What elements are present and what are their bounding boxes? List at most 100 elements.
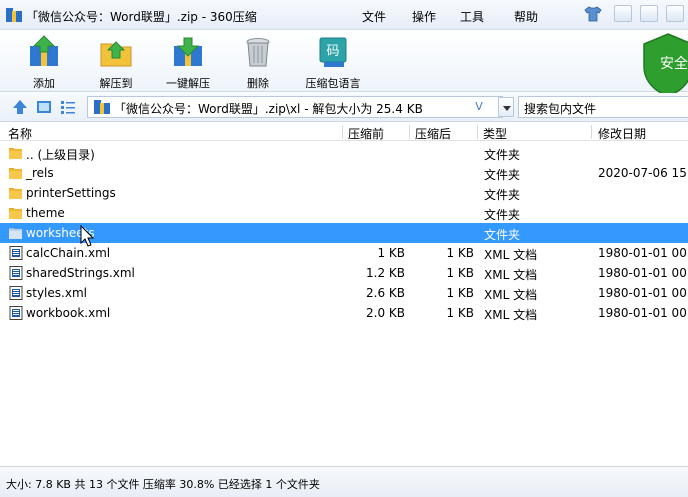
archive-app-icon [6,8,22,22]
column-divider[interactable] [342,125,343,139]
menu-file[interactable]: 文件 [362,8,386,25]
file-row[interactable]: sharedStrings.xml 1.2 KB 1 KB XML 文档 1980-01… [0,263,688,283]
maximize-button[interactable] [666,5,684,22]
parent-folder-icon [9,148,22,159]
large-icon-view-icon[interactable] [36,99,52,115]
size-after: 1 KB [446,266,474,280]
archive-language-button[interactable]: 码 压缩包语言 [302,34,364,91]
file-row[interactable]: printerSettings 文件夹 [0,183,688,203]
search-input[interactable]: 搜索包内文件 [518,96,688,118]
file-row[interactable]: _rels 文件夹 2020-07-06 15 [0,163,688,183]
toolbar: 添加 解压到 一键解压 删除 码 压缩包语言 安全 [0,30,688,97]
size-after: 1 KB [446,246,474,260]
list-view-icon[interactable] [60,99,76,115]
column-size-before[interactable]: 压缩前 [348,125,384,142]
mouse-cursor-icon [80,225,95,247]
modified-date: 2020-07-06 15 [598,166,687,180]
file-name: workbook.xml [26,306,111,320]
column-divider[interactable] [591,125,592,139]
file-name: calcChain.xml [26,246,111,260]
one-click-extract-label: 一键解压 [166,77,210,90]
xml-file-icon [9,266,23,280]
language-badge-text: 码 [326,44,339,59]
skin-shirt-icon[interactable] [584,6,602,22]
file-list: 名称 压缩前 压缩后 类型 修改日期 .. (上级目录) 文件夹 _rels 文件夹 2… [0,123,688,465]
file-type: XML 文档 [484,268,538,282]
file-type: XML 文档 [484,248,538,262]
feedback-button[interactable] [614,5,632,22]
one-click-extract-button[interactable]: 一键解压 [162,34,214,91]
file-name: printerSettings [26,186,116,200]
file-type: 文件夹 [484,228,521,242]
file-name: _rels [26,166,54,180]
archive-language-icon: 码 [319,37,347,67]
menu-help[interactable]: 帮助 [514,8,538,25]
file-type: 文件夹 [484,168,521,182]
file-name: sharedStrings.xml [26,266,135,280]
folder-icon [9,208,22,219]
file-row[interactable]: theme 文件夹 [0,203,688,223]
add-label: 添加 [33,77,55,90]
column-type[interactable]: 类型 [483,125,507,142]
file-type: XML 文档 [484,308,538,322]
file-row[interactable]: workbook.xml 2.0 KB 1 KB XML 文档 1980-01-01 0… [0,303,688,323]
file-type: 文件夹 [484,188,521,202]
path-text: 「微信公众号：Word联盟」.zip\xl - 解包大小为 25.4 KB [114,102,423,116]
file-row[interactable]: styles.xml 2.6 KB 1 KB XML 文档 1980-01-01 00 [0,283,688,303]
folder-icon [9,188,22,199]
window-title: 「微信公众号：Word联盟」.zip - 360压缩 [26,10,257,24]
security-shield-icon[interactable]: 安全 [640,32,688,98]
status-text: 大小: 7.8 KB 共 13 个文件 压缩率 30.8% 已经选择 1 个文件… [6,478,320,491]
size-before: 1.2 KB [366,266,405,280]
size-before: 2.0 KB [366,306,405,320]
chevron-down-icon[interactable] [498,97,514,117]
size-before: 1 KB [377,246,405,260]
path-history-dropdown[interactable]: V [472,99,486,115]
modified-date: 1980-01-01 00 [598,266,687,280]
archive-language-label: 压缩包语言 [305,77,361,90]
file-row[interactable]: .. (上级目录) 文件夹 [0,143,688,163]
address-bar: 「微信公众号：Word联盟」.zip\xl - 解包大小为 25.4 KB V … [0,93,688,122]
add-icon [30,35,58,66]
one-click-extract-icon [174,37,202,66]
security-label: 安全 [660,55,688,72]
menu-tools[interactable]: 工具 [460,8,484,25]
column-modified-date[interactable]: 修改日期 [598,125,646,142]
title-bar: 「微信公众号：Word联盟」.zip - 360压缩 文件 操作 工具 帮助 [0,0,688,30]
column-divider[interactable] [409,125,410,139]
extract-to-label: 解压到 [99,77,133,90]
modified-date: 1980-01-01 00 [598,306,687,320]
path-field[interactable]: 「微信公众号：Word联盟」.zip\xl - 解包大小为 25.4 KB V [87,96,503,118]
extract-to-button[interactable]: 解压到 [94,34,138,91]
up-arrow-icon[interactable] [12,99,28,115]
folder-icon [9,228,22,239]
add-button[interactable]: 添加 [24,34,64,91]
column-name[interactable]: 名称 [8,125,32,142]
list-header: 名称 压缩前 压缩后 类型 修改日期 [0,123,688,141]
file-row[interactable]: worksheets 文件夹 [0,223,688,243]
file-name: .. (上级目录) [26,148,95,162]
delete-button[interactable]: 删除 [238,34,278,91]
minimize-button[interactable] [640,5,658,22]
delete-icon [246,38,270,67]
delete-label: 删除 [247,77,269,90]
menu-operate[interactable]: 操作 [412,8,436,25]
column-size-after[interactable]: 压缩后 [415,125,451,142]
extract-to-icon [100,41,132,67]
modified-date: 1980-01-01 00 [598,246,687,260]
file-name: theme [26,206,65,220]
xml-file-icon [9,306,23,320]
file-type: 文件夹 [484,148,521,162]
status-bar: 大小: 7.8 KB 共 13 个文件 压缩率 30.8% 已经选择 1 个文件… [0,466,688,497]
size-after: 1 KB [446,306,474,320]
folder-icon [9,168,22,179]
file-type: XML 文档 [484,288,538,302]
archive-folder-icon [94,100,110,114]
column-divider[interactable] [477,125,478,139]
size-after: 1 KB [446,286,474,300]
file-row[interactable]: calcChain.xml 1 KB 1 KB XML 文档 1980-01-01 00 [0,243,688,263]
modified-date: 1980-01-01 00 [598,286,687,300]
xml-file-icon [9,286,23,300]
xml-file-icon [9,246,23,260]
file-type: 文件夹 [484,208,521,222]
